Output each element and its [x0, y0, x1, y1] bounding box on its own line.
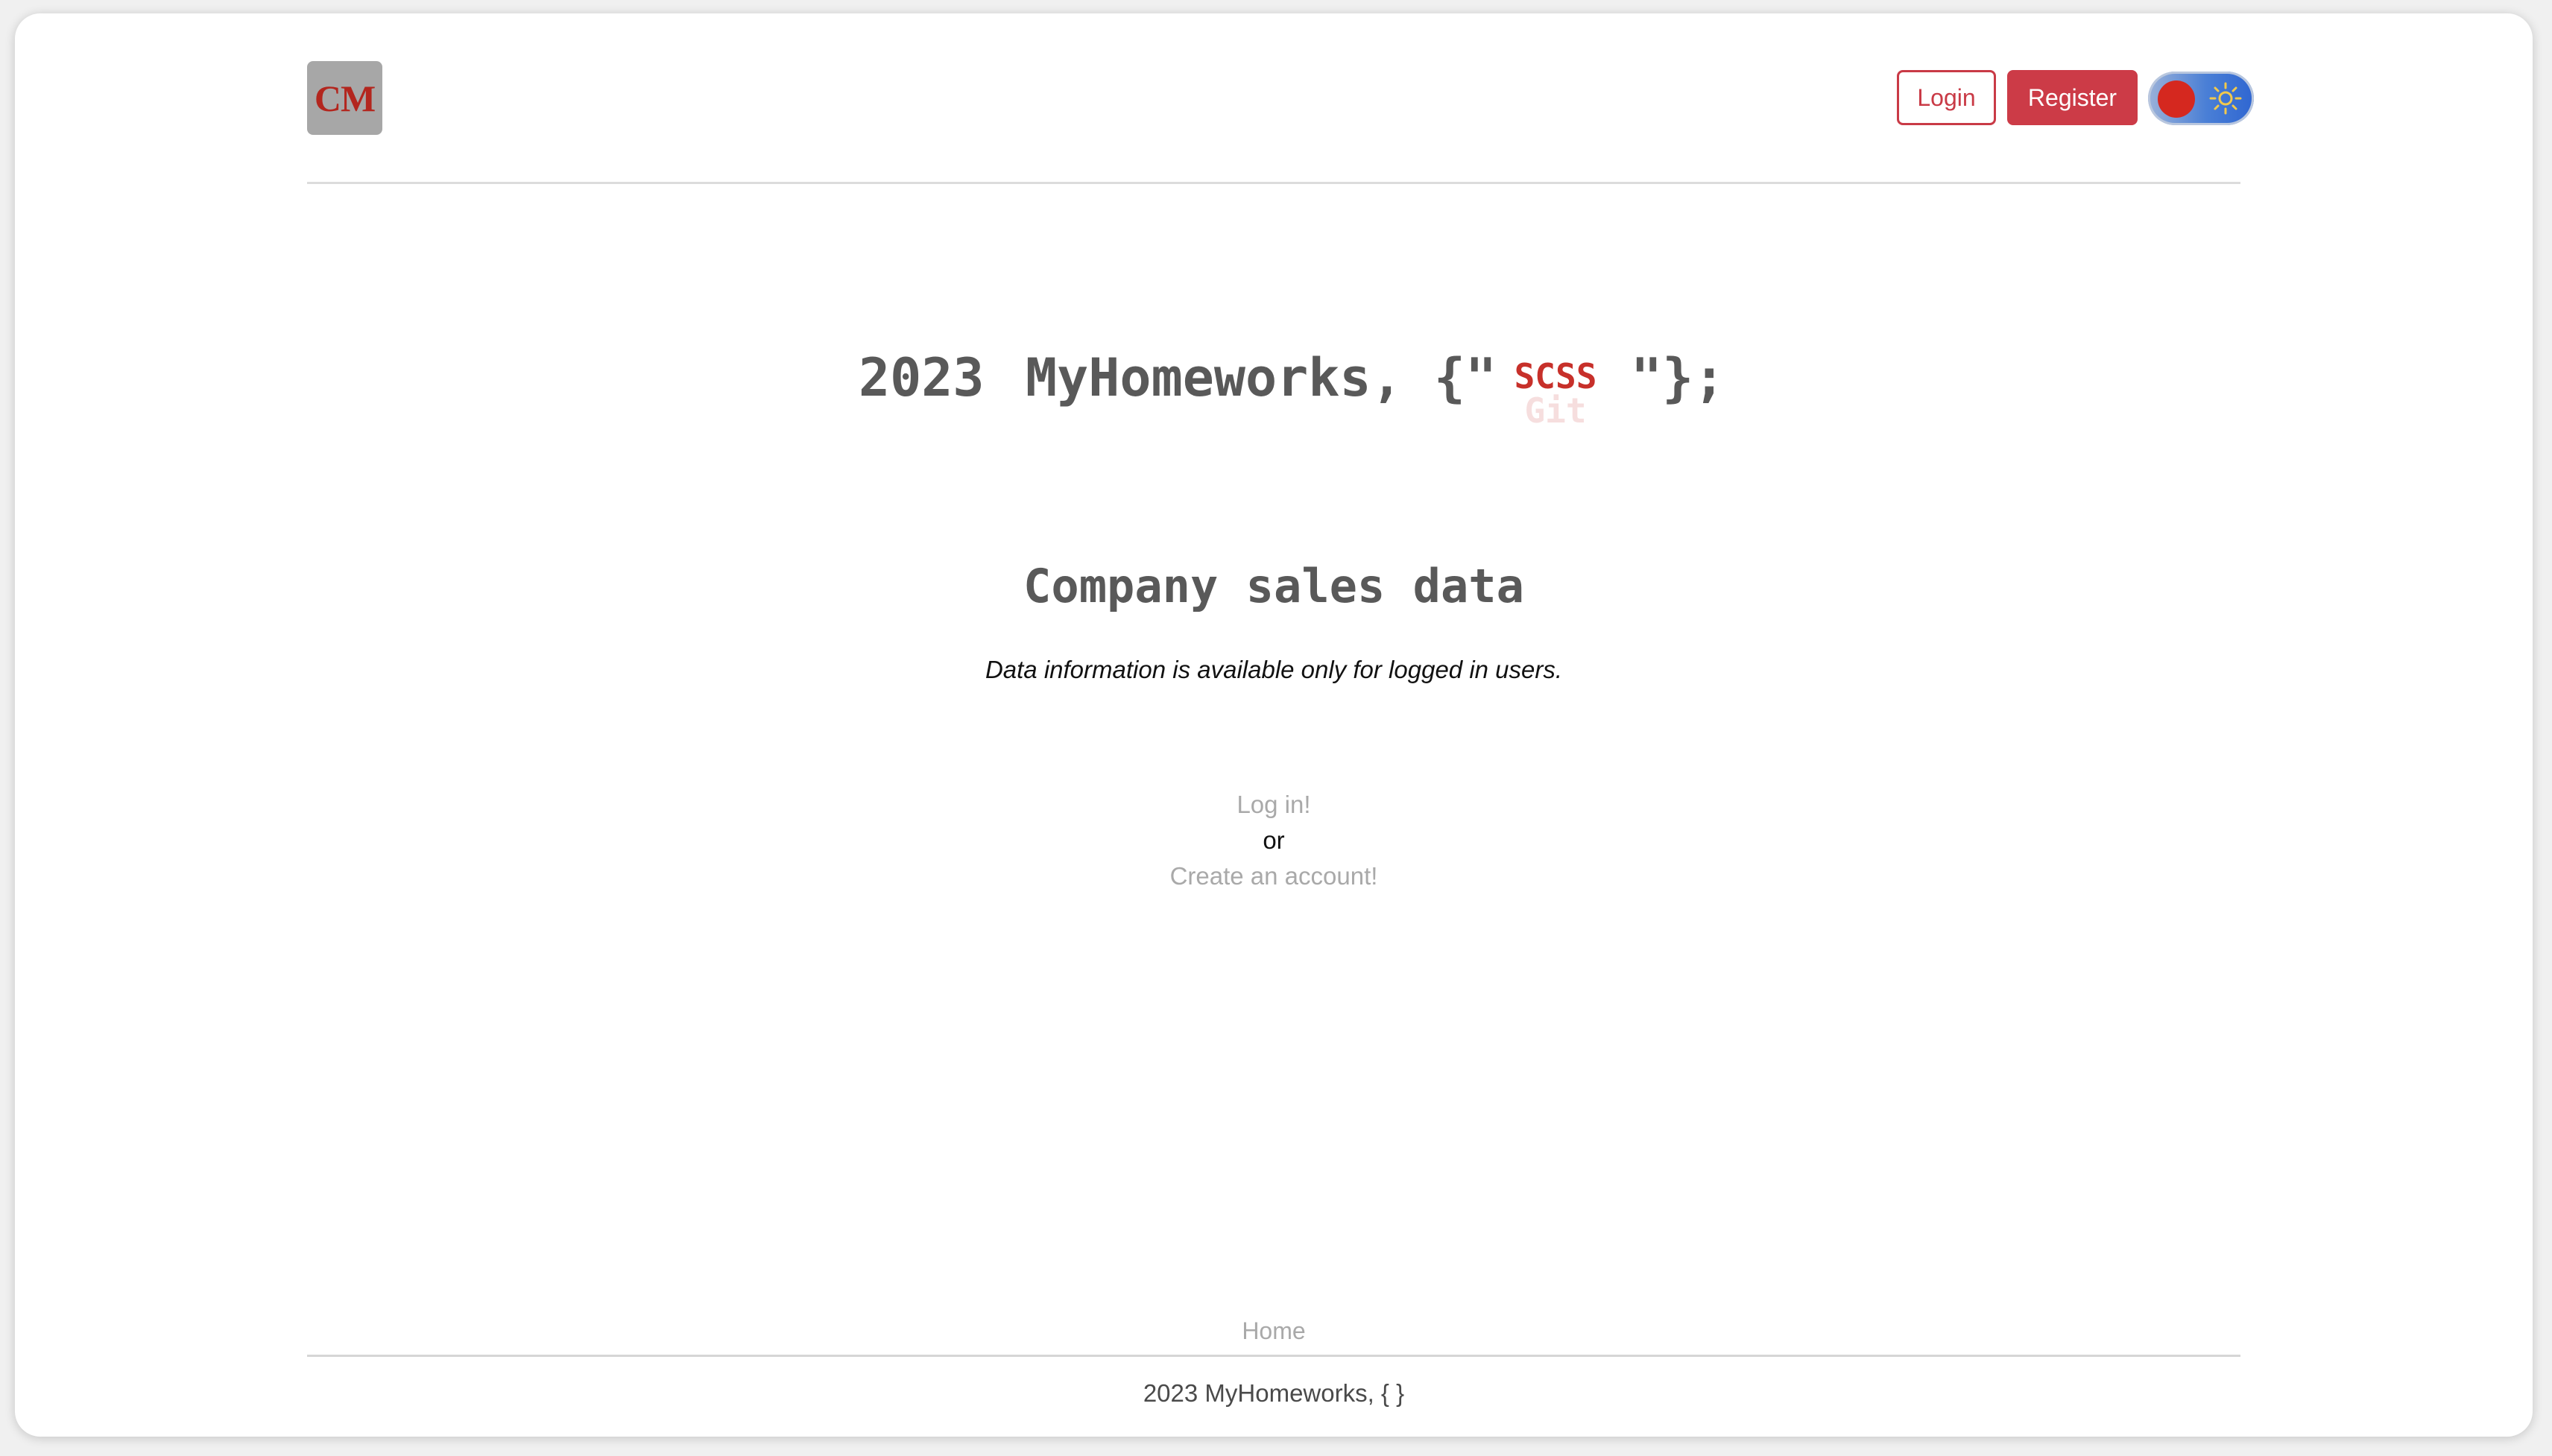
footer-nav: Home — [307, 1317, 2240, 1345]
page-container: CM Login Register 2023 MyHomeworks, {" S… — [307, 13, 2254, 1437]
hero-closing: "}; — [1631, 347, 1725, 408]
section-title: Company sales data — [1023, 559, 1524, 613]
hero-year: 2023 — [859, 347, 985, 408]
create-account-link[interactable]: Create an account! — [307, 858, 2240, 894]
browser-window: CM Login Register 2023 MyHomeworks, {" S… — [15, 13, 2533, 1437]
tech-ticker: SCSS Git — [1500, 356, 1611, 431]
logo-text: CM — [314, 77, 376, 119]
ticker-next: Git — [1524, 390, 1587, 431]
login-link[interactable]: Log in! — [307, 787, 2240, 823]
site-header: CM Login Register — [307, 13, 2254, 184]
or-text: or — [1263, 826, 1285, 854]
section-subtitle: Data information is available only for l… — [985, 656, 1563, 683]
register-button[interactable]: Register — [2007, 70, 2138, 125]
hero-brand: MyHomeworks, {" — [1026, 347, 1497, 408]
footer-divider — [307, 1355, 2240, 1357]
logo[interactable]: CM — [307, 61, 382, 135]
login-button[interactable]: Login — [1897, 70, 1996, 125]
auth-links: Log in! or Create an account! — [307, 787, 2240, 894]
toggle-knob — [2158, 80, 2195, 118]
hero-heading: 2023 MyHomeworks, {" SCSS Git "}; — [307, 341, 2240, 446]
footer-copyright: 2023 MyHomeworks, { } — [1143, 1379, 1405, 1407]
theme-toggle[interactable] — [2148, 72, 2254, 125]
sun-icon — [2209, 82, 2242, 115]
footer-home-link[interactable]: Home — [1242, 1317, 1305, 1344]
